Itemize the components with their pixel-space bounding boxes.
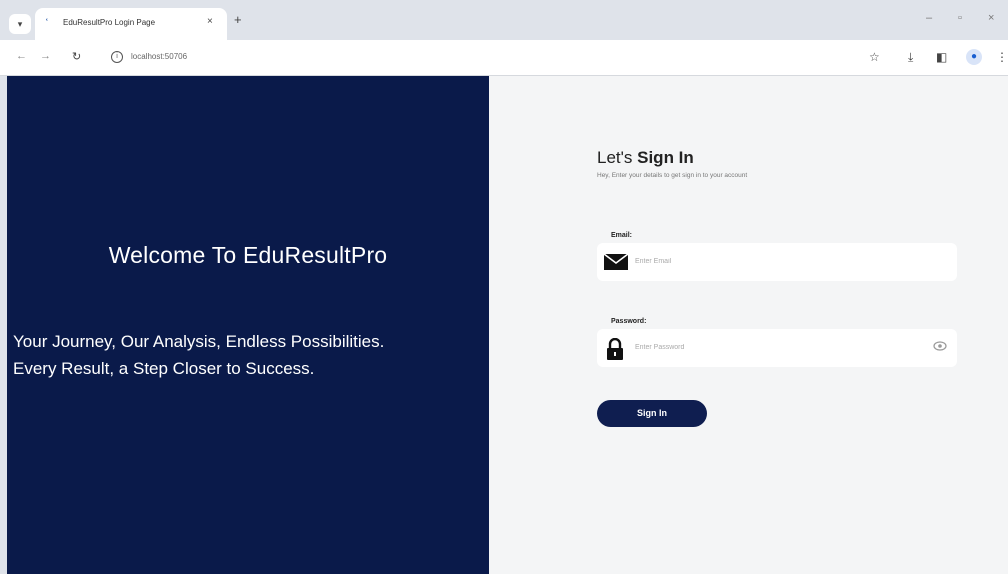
- welcome-panel: Welcome To EduResultPro Your Journey, Ou…: [7, 76, 489, 574]
- eye-icon[interactable]: [933, 341, 947, 354]
- reload-icon[interactable]: ↻: [72, 50, 81, 63]
- signin-button[interactable]: Sign In: [597, 400, 707, 427]
- welcome-title: Welcome To EduResultPro: [108, 242, 388, 268]
- tab-title: EduResultPro Login Page: [63, 18, 156, 27]
- site-info-icon[interactable]: i: [111, 51, 123, 63]
- tab-search-button[interactable]: ▾: [9, 14, 31, 34]
- tagline: Your Journey, Our Analysis, Endless Poss…: [13, 328, 483, 382]
- browser-toolbar: ← → ↻ i localhost:50706 ☆ ⤓ ◧ ● ⋮: [0, 40, 1008, 76]
- side-panel-icon[interactable]: ◧: [936, 50, 947, 64]
- tab-close-icon[interactable]: ×: [207, 16, 213, 27]
- active-tab[interactable]: ʿ EduResultPro Login Page ×: [35, 8, 227, 40]
- password-input[interactable]: [635, 339, 905, 355]
- password-label: Password:: [611, 318, 647, 325]
- signin-subtitle: Hey, Enter your details to get sign in t…: [597, 172, 748, 179]
- chevron-down-icon: ▾: [17, 19, 23, 29]
- download-icon[interactable]: ⤓: [908, 50, 913, 65]
- email-label: Email:: [611, 232, 633, 239]
- close-window-icon[interactable]: ×: [988, 12, 994, 24]
- back-icon[interactable]: ←: [16, 50, 27, 62]
- signin-panel: Let's Sign In Hey, Enter your details to…: [489, 76, 1008, 574]
- email-input[interactable]: [635, 253, 905, 269]
- signin-form: Let's Sign In Hey, Enter your details to…: [597, 148, 957, 427]
- new-tab-icon[interactable]: +: [234, 12, 242, 27]
- login-page: Welcome To EduResultPro Your Journey, Ou…: [7, 76, 1008, 574]
- envelope-icon: [603, 252, 629, 276]
- favicon-icon: ʿ: [45, 18, 49, 30]
- email-field-container: [597, 243, 957, 281]
- tab-strip: ▾ ʿ EduResultPro Login Page × + – ▫ ×: [0, 0, 1008, 40]
- signin-heading: Let's Sign In: [597, 148, 957, 168]
- password-field-container: [597, 329, 957, 367]
- menu-kebab-icon[interactable]: ⋮: [996, 50, 1008, 64]
- heading-bold: Sign In: [637, 148, 694, 167]
- tagline-line-2: Every Result, a Step Closer to Success.: [13, 359, 315, 378]
- browser-window: ▾ ʿ EduResultPro Login Page × + – ▫ × ← …: [0, 0, 1008, 574]
- address-bar[interactable]: i localhost:50706: [103, 46, 859, 70]
- bookmark-star-icon[interactable]: ☆: [869, 50, 880, 64]
- minimize-icon[interactable]: –: [926, 12, 932, 24]
- forward-icon[interactable]: →: [40, 50, 51, 62]
- maximize-icon[interactable]: ▫: [958, 12, 962, 24]
- heading-prefix: Let's: [597, 148, 633, 167]
- lock-icon: [606, 337, 624, 364]
- tagline-line-1: Your Journey, Our Analysis, Endless Poss…: [13, 332, 385, 351]
- profile-avatar-icon[interactable]: ●: [966, 49, 982, 65]
- url-text: localhost:50706: [131, 52, 188, 61]
